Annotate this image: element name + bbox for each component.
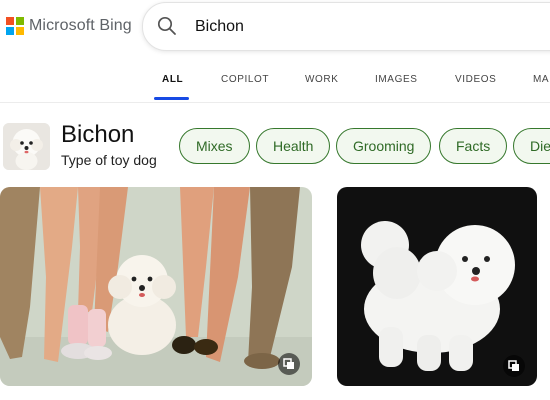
microsoft-logo-icon (6, 17, 24, 35)
tab-images[interactable]: IMAGES (375, 74, 418, 85)
related-chips: Mixes Health Grooming Facts Diet (179, 128, 550, 164)
search-box[interactable] (142, 2, 550, 51)
bichon-legs-photo (0, 187, 312, 386)
image-result-1[interactable] (0, 187, 312, 386)
chip-mixes[interactable]: Mixes (179, 128, 250, 164)
entity-subtitle: Type of toy dog (61, 152, 157, 168)
entity-thumbnail[interactable] (3, 123, 50, 170)
chip-health[interactable]: Health (256, 128, 331, 164)
active-tab-indicator (154, 97, 189, 100)
chip-facts[interactable]: Facts (439, 128, 508, 164)
chip-grooming[interactable]: Grooming (336, 128, 432, 164)
search-icon[interactable] (157, 16, 177, 36)
tab-maps[interactable]: MAP (533, 74, 550, 85)
scope-tabs: ALL COPILOT WORK IMAGES VIDEOS MAP (0, 60, 550, 103)
expand-icon[interactable] (278, 353, 300, 375)
expand-icon[interactable] (503, 355, 525, 377)
search-input[interactable] (193, 13, 497, 41)
tab-work[interactable]: WORK (305, 74, 339, 85)
brand-name: Microsoft Bing (29, 17, 132, 34)
chip-diet[interactable]: Diet (513, 128, 550, 164)
tab-videos[interactable]: VIDEOS (455, 74, 496, 85)
tab-copilot[interactable]: COPILOT (221, 74, 269, 85)
image-result-2[interactable] (337, 187, 537, 386)
entity-title[interactable]: Bichon (61, 121, 134, 149)
bing-logo[interactable]: Microsoft Bing (6, 17, 132, 35)
tab-all[interactable]: ALL (162, 74, 183, 85)
